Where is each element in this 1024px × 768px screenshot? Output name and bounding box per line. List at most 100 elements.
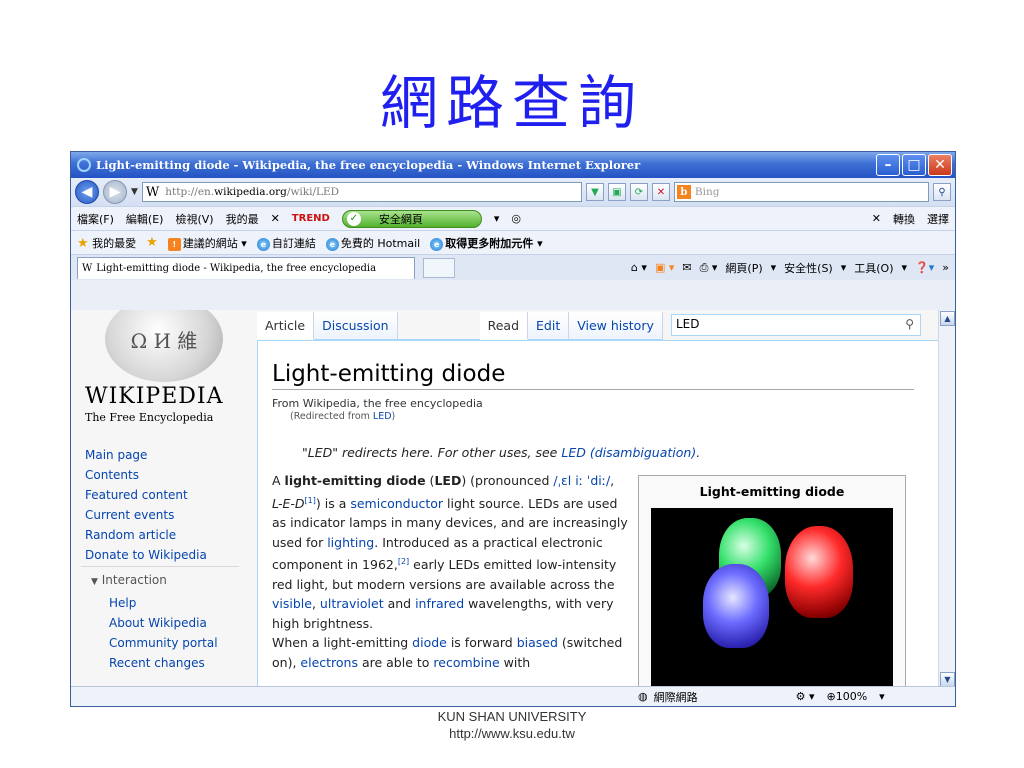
close-toolbar2-icon[interactable]: ✕ <box>872 212 881 225</box>
search-icon[interactable]: ⚲ <box>905 317 914 331</box>
address-bar[interactable]: W http://en. wikipedia.org/wiki/LED <box>141 182 582 202</box>
sidebar-item-random[interactable]: Random article <box>85 525 207 545</box>
menu-translate[interactable]: 轉換 <box>893 211 915 227</box>
mail-icon[interactable]: ✉ <box>682 261 691 274</box>
sidebar-item-main-page[interactable]: Main page <box>85 445 207 465</box>
menu-favorites[interactable]: 我的最 <box>226 211 259 227</box>
article-body: Light-emitting diode From Wikipedia, the… <box>257 340 939 688</box>
menu-page[interactable]: 網頁(P) <box>725 260 762 276</box>
disambiguation-link[interactable]: LED (disambiguation) <box>561 445 696 460</box>
zoom-dropdown-icon[interactable]: ▾ <box>879 690 885 703</box>
address-prefix: http://en. <box>165 186 215 198</box>
home-icon[interactable]: ⌂ ▾ <box>631 261 647 274</box>
address-path: /wiki/LED <box>286 186 340 198</box>
close-toolbar-icon[interactable]: ✕ <box>271 212 280 225</box>
menu-view[interactable]: 檢視(V) <box>175 211 213 227</box>
zoom-icon[interactable]: ⊕ <box>827 690 836 703</box>
minimize-button[interactable]: – <box>876 154 900 176</box>
interaction-list: Help About Wikipedia Community portal Re… <box>109 593 218 673</box>
menu-bar: 檔案(F) 編輯(E) 檢視(V) 我的最 ✕ TREND ✓ 安全網頁 ▾ ◎… <box>71 206 955 230</box>
address-dropdown-button[interactable]: ▼ <box>585 183 604 201</box>
search-input[interactable]: b Bing <box>673 182 929 202</box>
sidebar-item-community[interactable]: Community portal <box>109 633 218 653</box>
redirect-link[interactable]: LED <box>373 411 392 422</box>
tab-read[interactable]: Read <box>479 312 529 340</box>
page-title: Light-emitting diode <box>272 361 914 390</box>
menu-file[interactable]: 檔案(F) <box>77 211 114 227</box>
scroll-down-icon[interactable]: ▼ <box>940 672 955 687</box>
sidebar-item-about[interactable]: About Wikipedia <box>109 613 218 633</box>
zoom-level[interactable]: 100% <box>836 690 867 703</box>
menu-edit[interactable]: 編輯(E) <box>126 211 164 227</box>
ie-page-icon: e <box>256 237 270 251</box>
menu-select[interactable]: 選擇 <box>927 211 949 227</box>
back-button[interactable]: ◀ <box>75 180 99 204</box>
dropdown-icon[interactable]: ▾ <box>494 212 500 225</box>
tab-spacer <box>397 312 480 340</box>
search-button[interactable]: ⚲ <box>933 183 951 201</box>
intro-paragraph: A light-emitting diode (LED) (pronounced… <box>272 473 628 631</box>
interaction-heading[interactable]: ▼ Interaction <box>91 573 167 587</box>
tab-edit[interactable]: Edit <box>528 312 570 340</box>
check-icon: ✓ <box>346 211 361 226</box>
close-button[interactable]: ✕ <box>928 154 952 176</box>
forward-button[interactable]: ▶ <box>103 180 127 204</box>
vertical-scrollbar[interactable]: ▲ ▼ <box>938 310 955 688</box>
trend-logo[interactable]: TREND <box>292 213 330 224</box>
sidebar-item-contents[interactable]: Contents <box>85 465 207 485</box>
footer-url: http://www.ksu.edu.tw <box>449 726 575 741</box>
menu-tools[interactable]: 工具(O) <box>854 260 893 276</box>
led-photo[interactable] <box>651 508 893 688</box>
sidebar-item-featured[interactable]: Featured content <box>85 485 207 505</box>
wikipedia-wordmark: WIKIPEDIA <box>85 384 224 409</box>
add-favorite-icon[interactable]: ★ <box>146 235 158 250</box>
address-host: wikipedia.org <box>214 186 287 198</box>
tab-article[interactable]: Article <box>257 312 315 340</box>
sidebar-item-current-events[interactable]: Current events <box>85 505 207 525</box>
rss-icon[interactable]: ▣ ▾ <box>655 261 674 274</box>
wikipedia-globe-logo[interactable]: Ω И 維 <box>105 310 223 382</box>
tab-discussion[interactable]: Discussion <box>314 312 398 340</box>
protected-mode-icon[interactable]: ⚙ ▾ <box>796 690 815 703</box>
sidebar-item-recent-changes[interactable]: Recent changes <box>109 653 218 673</box>
sidebar-nav: Main page Contents Featured content Curr… <box>85 445 207 565</box>
tab-bar: W Light-emitting diode - Wikipedia, the … <box>71 254 955 280</box>
help-icon[interactable]: ❓▾ <box>915 261 934 274</box>
favorites-button[interactable]: ★ 我的最愛 <box>77 235 136 251</box>
scroll-up-icon[interactable]: ▲ <box>940 311 955 326</box>
tab-view-history[interactable]: View history <box>569 312 663 340</box>
slide-footer: KUN SHAN UNIVERSITY http://www.ksu.edu.t… <box>0 708 1024 742</box>
divider <box>81 566 239 567</box>
sidebar-item-donate[interactable]: Donate to Wikipedia <box>85 545 207 565</box>
ie-window: Light-emitting diode - Wikipedia, the fr… <box>70 151 956 707</box>
ie-logo-icon <box>77 158 91 172</box>
suggested-icon: ! <box>167 237 181 251</box>
wikipedia-tagline: The Free Encyclopedia <box>85 411 214 424</box>
refresh-button[interactable]: ⟳ <box>629 183 648 201</box>
hotmail-link[interactable]: e 免費的 Hotmail <box>325 235 420 251</box>
ie-page-icon: e <box>325 237 339 251</box>
stop-button[interactable]: ✕ <box>651 183 670 201</box>
print-icon[interactable]: ⎙ ▾ <box>700 261 718 275</box>
title-bar: Light-emitting diode - Wikipedia, the fr… <box>71 152 955 178</box>
history-dropdown-icon[interactable]: ▼ <box>131 187 138 197</box>
window-title: Light-emitting diode - Wikipedia, the fr… <box>96 158 641 172</box>
speaker-icon[interactable]: ◎ <box>511 212 521 225</box>
maximize-button[interactable]: □ <box>902 154 926 176</box>
suggested-sites-link[interactable]: ! 建議的網站 ▾ <box>167 235 247 251</box>
wiki-search-input[interactable]: LED ⚲ <box>671 314 921 336</box>
menu-safety[interactable]: 安全性(S) <box>784 260 833 276</box>
wikipedia-favicon-icon: W <box>145 184 160 200</box>
status-bar: ◍ 網際網路 ⚙ ▾ ⊕ 100% ▾ <box>71 686 955 706</box>
custom-links-link[interactable]: e 自訂連結 <box>256 235 316 251</box>
chevron-more-icon[interactable]: » <box>942 261 949 274</box>
safe-page-badge[interactable]: ✓ 安全網頁 <box>341 209 482 228</box>
more-addons-link[interactable]: e 取得更多附加元件 ▾ <box>430 235 543 251</box>
footer-university: KUN SHAN UNIVERSITY <box>437 709 587 724</box>
tab-active[interactable]: W Light-emitting diode - Wikipedia, the … <box>77 256 415 279</box>
sidebar-item-help[interactable]: Help <box>109 593 218 613</box>
compatibility-view-button[interactable]: ▣ <box>607 183 626 201</box>
page-content: Ω И 維 WIKIPEDIA The Free Encyclopedia Ma… <box>71 310 939 688</box>
new-tab-button[interactable] <box>423 257 455 278</box>
redirect-note: (Redirected from LED) <box>290 411 396 422</box>
